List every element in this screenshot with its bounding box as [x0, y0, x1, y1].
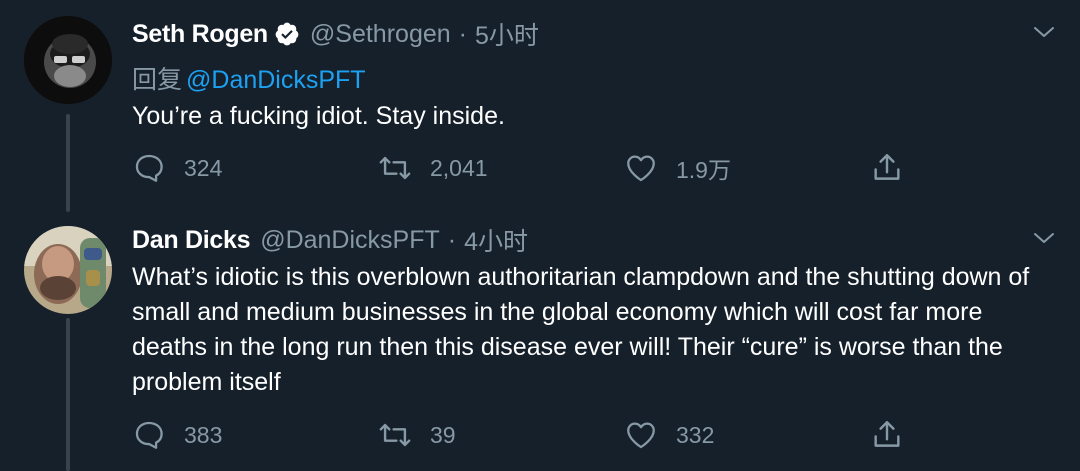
share-button[interactable]	[870, 148, 904, 188]
tweet[interactable]: Dan Dicks @DanDicksPFT · 4小时 What’s idio…	[0, 212, 1080, 471]
tweet-header: Dan Dicks @DanDicksPFT · 4小时	[132, 223, 528, 257]
mention-link[interactable]: @DanDicksPFT	[186, 66, 366, 94]
reply-count: 383	[184, 421, 223, 448]
verified-badge-icon	[275, 22, 299, 46]
tweet-header: Seth Rogen @Sethrogen · 5小时	[132, 17, 539, 51]
tweet[interactable]: Seth Rogen @Sethrogen · 5小时 回复 @DanDicksP…	[0, 0, 1080, 205]
retweet-icon	[379, 423, 411, 447]
share-button[interactable]	[870, 415, 904, 455]
retweet-button[interactable]: 39	[378, 415, 456, 455]
reply-button[interactable]: 324	[132, 148, 222, 188]
share-icon	[874, 421, 900, 447]
separator-dot: ·	[447, 225, 457, 254]
share-icon	[874, 154, 900, 180]
like-count: 332	[676, 421, 715, 448]
retweet-icon	[379, 156, 411, 180]
chevron-down-icon[interactable]	[1032, 226, 1056, 250]
reply-prefix: 回复	[132, 66, 183, 94]
avatar[interactable]	[24, 226, 112, 314]
avatar[interactable]	[24, 16, 112, 104]
chevron-down-icon[interactable]	[1032, 20, 1056, 44]
heart-icon	[627, 422, 655, 449]
tweet-text: You’re a fucking idiot. Stay inside.	[132, 102, 505, 130]
tweet-text: What’s idiotic is this overblown authori…	[132, 263, 1030, 396]
like-count: 1.9万	[676, 157, 731, 183]
reply-icon	[135, 421, 163, 449]
reply-icon	[135, 154, 163, 182]
user-handle[interactable]: @Sethrogen	[310, 20, 451, 49]
timestamp[interactable]: 4小时	[464, 222, 528, 258]
timestamp[interactable]: 5小时	[475, 16, 539, 52]
reply-count: 324	[184, 154, 223, 181]
tweet-actions: 324 2,041 1.9万	[132, 148, 922, 188]
display-name[interactable]: Dan Dicks	[132, 226, 250, 255]
like-button[interactable]: 332	[624, 415, 714, 455]
user-handle[interactable]: @DanDicksPFT	[260, 226, 440, 255]
reply-button[interactable]: 383	[132, 415, 222, 455]
retweet-button[interactable]: 2,041	[378, 148, 488, 188]
separator-dot: ·	[458, 19, 467, 48]
display-name[interactable]: Seth Rogen	[132, 20, 268, 49]
tweet-actions: 383 39 332	[132, 415, 922, 455]
retweet-count: 39	[430, 421, 456, 448]
reply-context: 回复 @DanDicksPFT	[132, 60, 366, 96]
like-button[interactable]: 1.9万	[624, 148, 731, 188]
heart-icon	[627, 155, 655, 182]
retweet-count: 2,041	[430, 154, 488, 181]
